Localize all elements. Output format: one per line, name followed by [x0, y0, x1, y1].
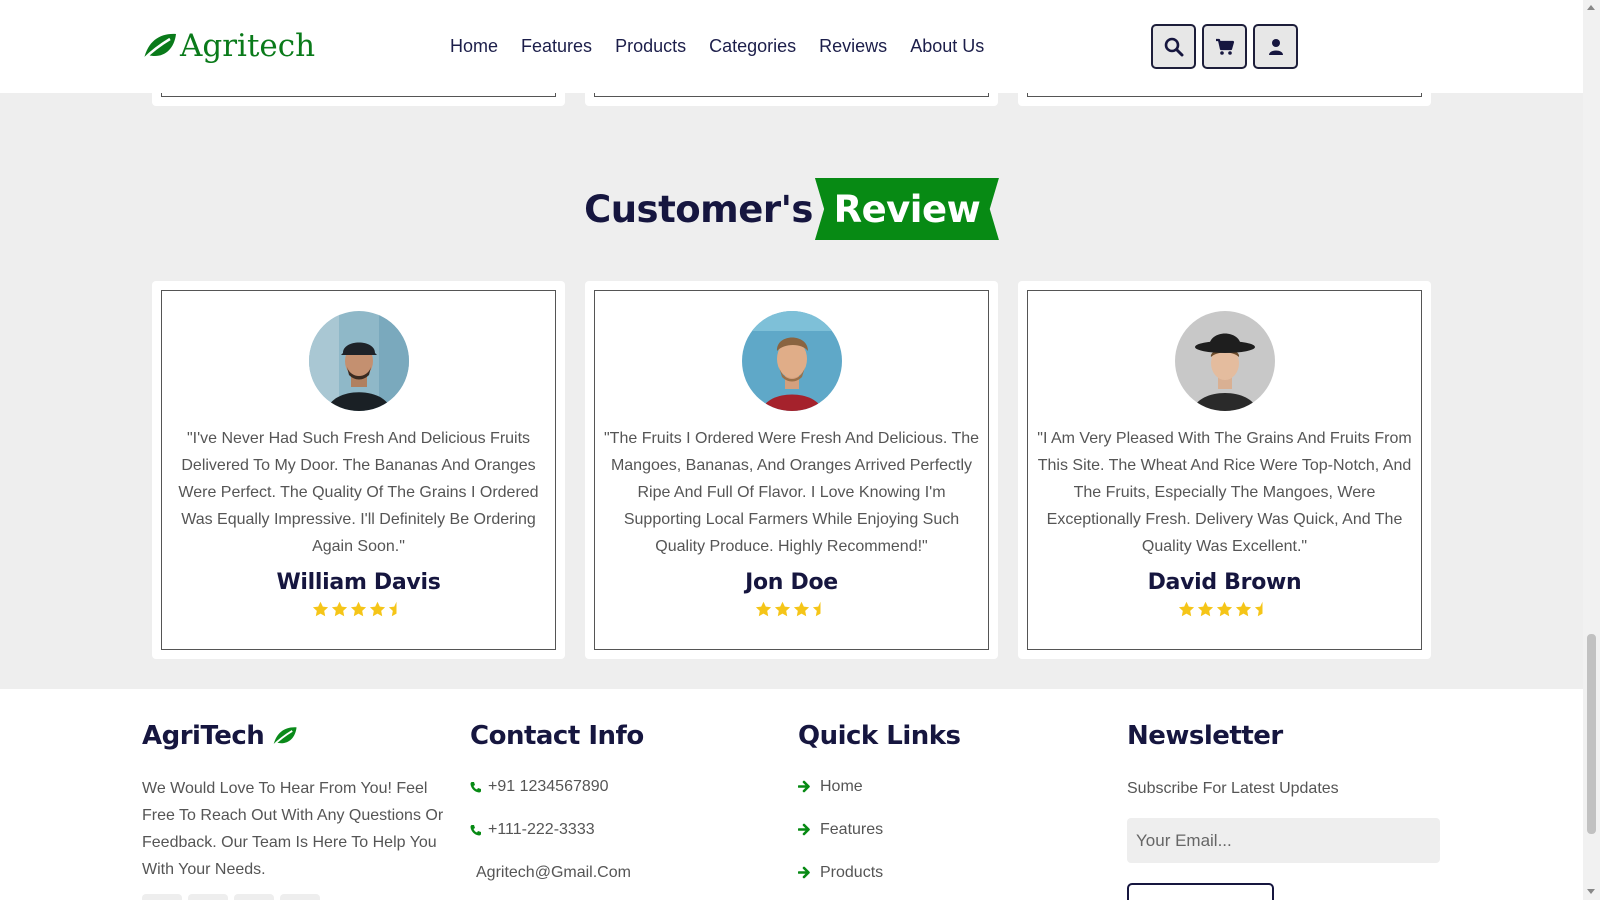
footer-links-title: Quick Links	[798, 721, 961, 751]
star-icon	[369, 601, 386, 617]
avatar	[1174, 311, 1275, 411]
arrow-right-icon	[798, 823, 810, 836]
star-icon	[331, 601, 348, 617]
logo[interactable]: Agritech	[142, 28, 315, 64]
star-icon	[774, 601, 790, 617]
review-quote: "The Fruits I Ordered Were Fresh And Del…	[604, 430, 980, 555]
reviewer-name: Jon Doe	[745, 570, 838, 595]
review-quote: "I've Never Had Such Fresh And Delicious…	[178, 430, 539, 555]
cart-button[interactable]	[1202, 24, 1247, 69]
contact-phone-1-text: +91 1234567890	[488, 777, 609, 795]
arrow-right-icon	[798, 866, 810, 879]
section-title: Customer's Review	[0, 178, 1583, 240]
review-quote: "I Am Very Pleased With The Grains And F…	[1037, 430, 1412, 555]
contact-email-text: Agritech@Gmail.Com	[476, 863, 631, 881]
footer-link-products[interactable]: Products	[798, 851, 1098, 894]
star-icon	[1235, 601, 1252, 617]
review-card: "The Fruits I Ordered Were Fresh And Del…	[585, 281, 998, 659]
newsletter-subtitle: Subscribe For Latest Updates	[1127, 780, 1339, 797]
reviewer-name: David Brown	[1147, 570, 1302, 595]
page-scrollbar[interactable]	[1583, 0, 1600, 900]
contact-phone-2-text: +111-222-3333	[488, 820, 595, 838]
site-header: Agritech Home Features Products Categori…	[0, 0, 1583, 93]
review-card: "I Am Very Pleased With The Grains And F…	[1018, 281, 1431, 659]
half-star-icon	[812, 601, 820, 617]
avatar	[741, 311, 842, 411]
footer-link-home[interactable]: Home	[798, 765, 1098, 808]
subscribe-button[interactable]	[1127, 883, 1274, 900]
nav-home[interactable]: Home	[450, 36, 498, 57]
header-actions	[1151, 24, 1298, 69]
social-button[interactable]	[142, 894, 182, 900]
star-icon	[1197, 601, 1214, 617]
nav-products[interactable]: Products	[615, 36, 686, 57]
scroll-down-icon[interactable]	[1587, 889, 1595, 894]
nav-about-us[interactable]: About Us	[910, 36, 984, 57]
footer-link-label: Features	[820, 820, 884, 838]
half-star-icon	[1254, 601, 1263, 617]
user-button[interactable]	[1253, 24, 1298, 69]
footer-brand-name: AgriTech	[142, 721, 265, 751]
review-card: "I've Never Had Such Fresh And Delicious…	[152, 281, 565, 659]
social-button[interactable]	[188, 894, 228, 900]
footer-quick-links: Quick Links Home Features Products	[798, 721, 1098, 894]
scrollbar-thumb[interactable]	[1587, 634, 1596, 834]
section-title-badge: Review	[814, 178, 999, 240]
footer-brand: AgriTech We Would Love To Hear From You!…	[142, 721, 452, 883]
nav-categories[interactable]: Categories	[709, 36, 796, 57]
search-icon	[1164, 37, 1183, 56]
footer-contact: Contact Info +91 1234567890 +111-222-333…	[470, 721, 770, 894]
rating-stars	[1178, 601, 1271, 618]
reviewer-name: William Davis	[276, 570, 441, 595]
star-icon	[755, 601, 771, 617]
search-button[interactable]	[1151, 24, 1196, 69]
avatar	[308, 311, 409, 411]
phone-icon	[470, 781, 481, 792]
user-icon	[1268, 38, 1283, 55]
section-title-main: Customer's	[584, 187, 813, 231]
footer-link-features[interactable]: Features	[798, 808, 1098, 851]
section-title-highlight: Review	[833, 187, 981, 231]
leaf-icon	[143, 33, 176, 60]
scroll-up-icon[interactable]	[1587, 5, 1595, 10]
footer-brand-title: AgriTech	[142, 721, 452, 751]
logo-text: Agritech	[180, 28, 316, 64]
footer-newsletter: Newsletter Subscribe For Latest Updates	[1127, 721, 1447, 863]
newsletter-title: Newsletter	[1127, 721, 1283, 751]
social-links	[142, 894, 320, 900]
star-icon	[1216, 601, 1233, 617]
contact-phone-2[interactable]: +111-222-3333	[470, 808, 770, 851]
cart-icon	[1215, 38, 1234, 55]
review-list: "I've Never Had Such Fresh And Delicious…	[152, 281, 1431, 659]
nav-features[interactable]: Features	[521, 36, 592, 57]
leaf-icon	[273, 727, 297, 747]
star-icon	[793, 601, 809, 617]
social-button[interactable]	[234, 894, 274, 900]
star-icon	[312, 601, 329, 617]
footer-link-label: Products	[820, 863, 884, 881]
footer-contact-title: Contact Info	[470, 721, 644, 751]
star-icon	[350, 601, 367, 617]
social-button[interactable]	[280, 894, 320, 900]
footer-link-label: Home	[820, 777, 863, 795]
contact-email[interactable]: Agritech@Gmail.Com	[470, 851, 770, 894]
phone-icon	[470, 824, 481, 835]
footer-brand-text: We Would Love To Hear From You! Feel Fre…	[142, 780, 444, 878]
rating-stars	[755, 601, 829, 618]
site-footer: AgriTech We Would Love To Hear From You!…	[0, 689, 1583, 900]
nav-reviews[interactable]: Reviews	[819, 36, 887, 57]
half-star-icon	[388, 601, 397, 617]
star-icon	[1178, 601, 1195, 617]
main-nav: Home Features Products Categories Review…	[450, 36, 984, 57]
arrow-right-icon	[798, 780, 810, 793]
contact-phone-1[interactable]: +91 1234567890	[470, 765, 770, 808]
newsletter-email-input[interactable]	[1127, 818, 1440, 863]
rating-stars	[312, 601, 405, 618]
